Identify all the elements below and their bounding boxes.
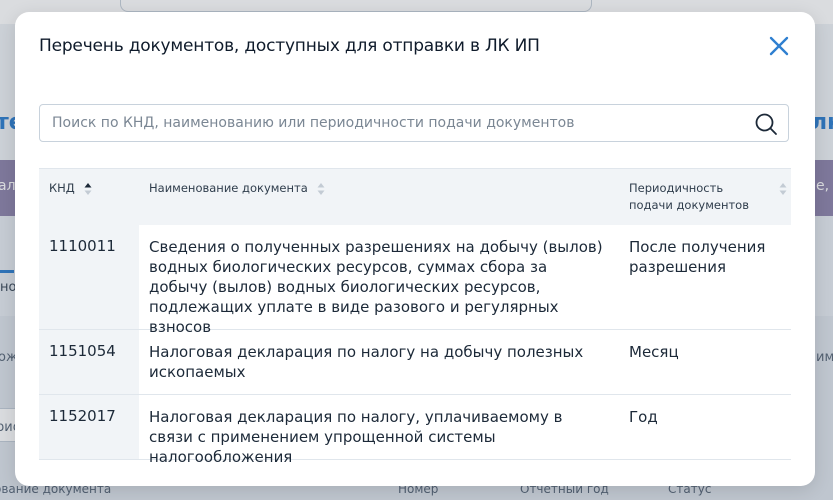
column-header-label: Наименование документа [149, 181, 308, 195]
search-box [39, 104, 789, 142]
modal-title: Перечень документов, доступных для отпра… [39, 36, 540, 56]
column-header-knd[interactable]: КНД [49, 180, 92, 197]
knd-value: 1151054 [49, 342, 116, 360]
cell-knd: 1152017 [39, 395, 139, 459]
cell-document-name: Налоговая декларация по налогу на добычу… [149, 343, 584, 381]
table-header: КНД Наименование документа Периодичность… [39, 168, 791, 225]
table-row[interactable]: 1152017 Налоговая декларация по налогу, … [39, 395, 791, 466]
sort-icon [317, 182, 325, 195]
cell-knd: 1151054 [39, 330, 139, 394]
sort-icon[interactable] [779, 182, 787, 196]
screen: те лк ал е, но ож им рио ование документ… [0, 0, 833, 500]
cell-period: Год [629, 408, 658, 426]
documents-table: КНД Наименование документа Периодичность… [39, 168, 791, 466]
search-icon[interactable] [754, 112, 778, 136]
cell-period: Месяц [629, 343, 679, 361]
documents-modal: Перечень документов, доступных для отпра… [15, 12, 815, 486]
column-header-name[interactable]: Наименование документа [149, 180, 325, 197]
sort-ascending-icon [84, 182, 92, 195]
cell-knd: 1110011 [39, 225, 139, 329]
table-row[interactable]: 1110011 Сведения о полученных разрешения… [39, 225, 791, 336]
cell-document-name: Налоговая декларация по налогу, уплачива… [149, 408, 563, 466]
knd-value: 1110011 [49, 237, 116, 255]
cell-document-name: Сведения о полученных разрешениях на доб… [149, 238, 603, 336]
knd-value: 1152017 [49, 407, 116, 425]
close-button[interactable] [763, 30, 795, 62]
column-header-label: Периодичность подачи документов [629, 181, 749, 212]
close-icon [769, 36, 789, 56]
table-row[interactable]: 1151054 Налоговая декларация по налогу н… [39, 330, 791, 395]
column-header-label: КНД [49, 181, 75, 195]
cell-period: После получения разрешения [629, 238, 766, 276]
column-header-period[interactable]: Периодичность подачи документов [629, 180, 754, 214]
search-input[interactable] [40, 105, 752, 141]
